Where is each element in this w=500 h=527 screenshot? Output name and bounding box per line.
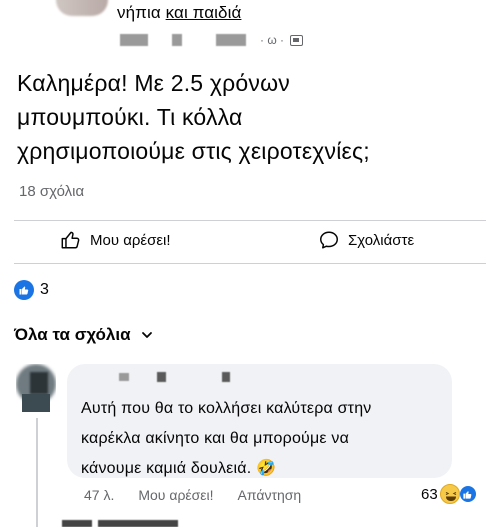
reaction-count: 3 [40, 281, 49, 298]
comments-filter[interactable]: Όλα τα σχόλια [14, 325, 153, 345]
next-comment-peek [62, 520, 178, 527]
chevron-down-icon [141, 332, 152, 338]
comment-like-link[interactable]: Μου αρέσει! [138, 487, 213, 503]
group-name-plain: νήπια [117, 3, 166, 22]
comment-count[interactable]: 18 σχόλια [19, 183, 84, 200]
redacted-author [120, 34, 148, 46]
like-button[interactable]: Μου αρέσει! [60, 229, 171, 251]
comment-reply-link[interactable]: Απάντηση [238, 487, 302, 503]
comment-time[interactable]: 47 λ. [84, 487, 114, 503]
comment-text: Αυτή που θα το κολλήσει καλύτερα στην κα… [81, 400, 372, 477]
redacted-block [216, 34, 246, 46]
like-label: Μου αρέσει! [90, 231, 171, 249]
post-meta: · ω · [120, 33, 304, 47]
redacted-block [98, 520, 178, 527]
redacted-block [222, 372, 230, 382]
post-text: Καλημέρα! Με 2.5 χρόνων μπουμπούκι. Τι κ… [17, 70, 370, 164]
like-reaction-icon [14, 280, 34, 300]
redacted-block [172, 34, 182, 46]
post-header: νήπια και παιδιά · ω · [0, 0, 500, 60]
redacted-block [157, 372, 166, 382]
comment-reactions[interactable]: 63 [421, 484, 478, 504]
laughing-face-icon [439, 484, 460, 504]
redacted-block [62, 520, 92, 527]
post-time[interactable]: · ω · [260, 33, 284, 47]
comment-meta: 47 λ. Μου αρέσει! Απάντηση [84, 487, 301, 503]
comment-label: Σχολιάστε [348, 231, 415, 249]
comment-icon [320, 231, 338, 249]
thumbs-up-icon [61, 231, 80, 249]
group-avatar[interactable] [56, 0, 108, 16]
thread-line [36, 418, 38, 527]
commenter-avatar[interactable] [16, 364, 56, 414]
group-name[interactable]: νήπια και παιδιά [117, 3, 241, 23]
redacted-block [119, 373, 129, 381]
reaction-summary[interactable]: 3 [14, 280, 49, 300]
like-reaction-icon [457, 484, 478, 504]
comment-reaction-count: 63 [421, 485, 438, 503]
divider [14, 263, 486, 264]
commenter-name[interactable] [119, 372, 230, 382]
globe-icon [290, 34, 304, 46]
comment-bubble: Αυτή που θα το κολλήσει καλύτερα στην κα… [67, 364, 452, 478]
comment-button[interactable]: Σχολιάστε [318, 229, 414, 251]
comments-filter-label: Όλα τα σχόλια [14, 325, 131, 344]
post-actions: Μου αρέσει! Σχολιάστε [0, 221, 500, 261]
group-name-link[interactable]: και παιδιά [166, 3, 242, 22]
